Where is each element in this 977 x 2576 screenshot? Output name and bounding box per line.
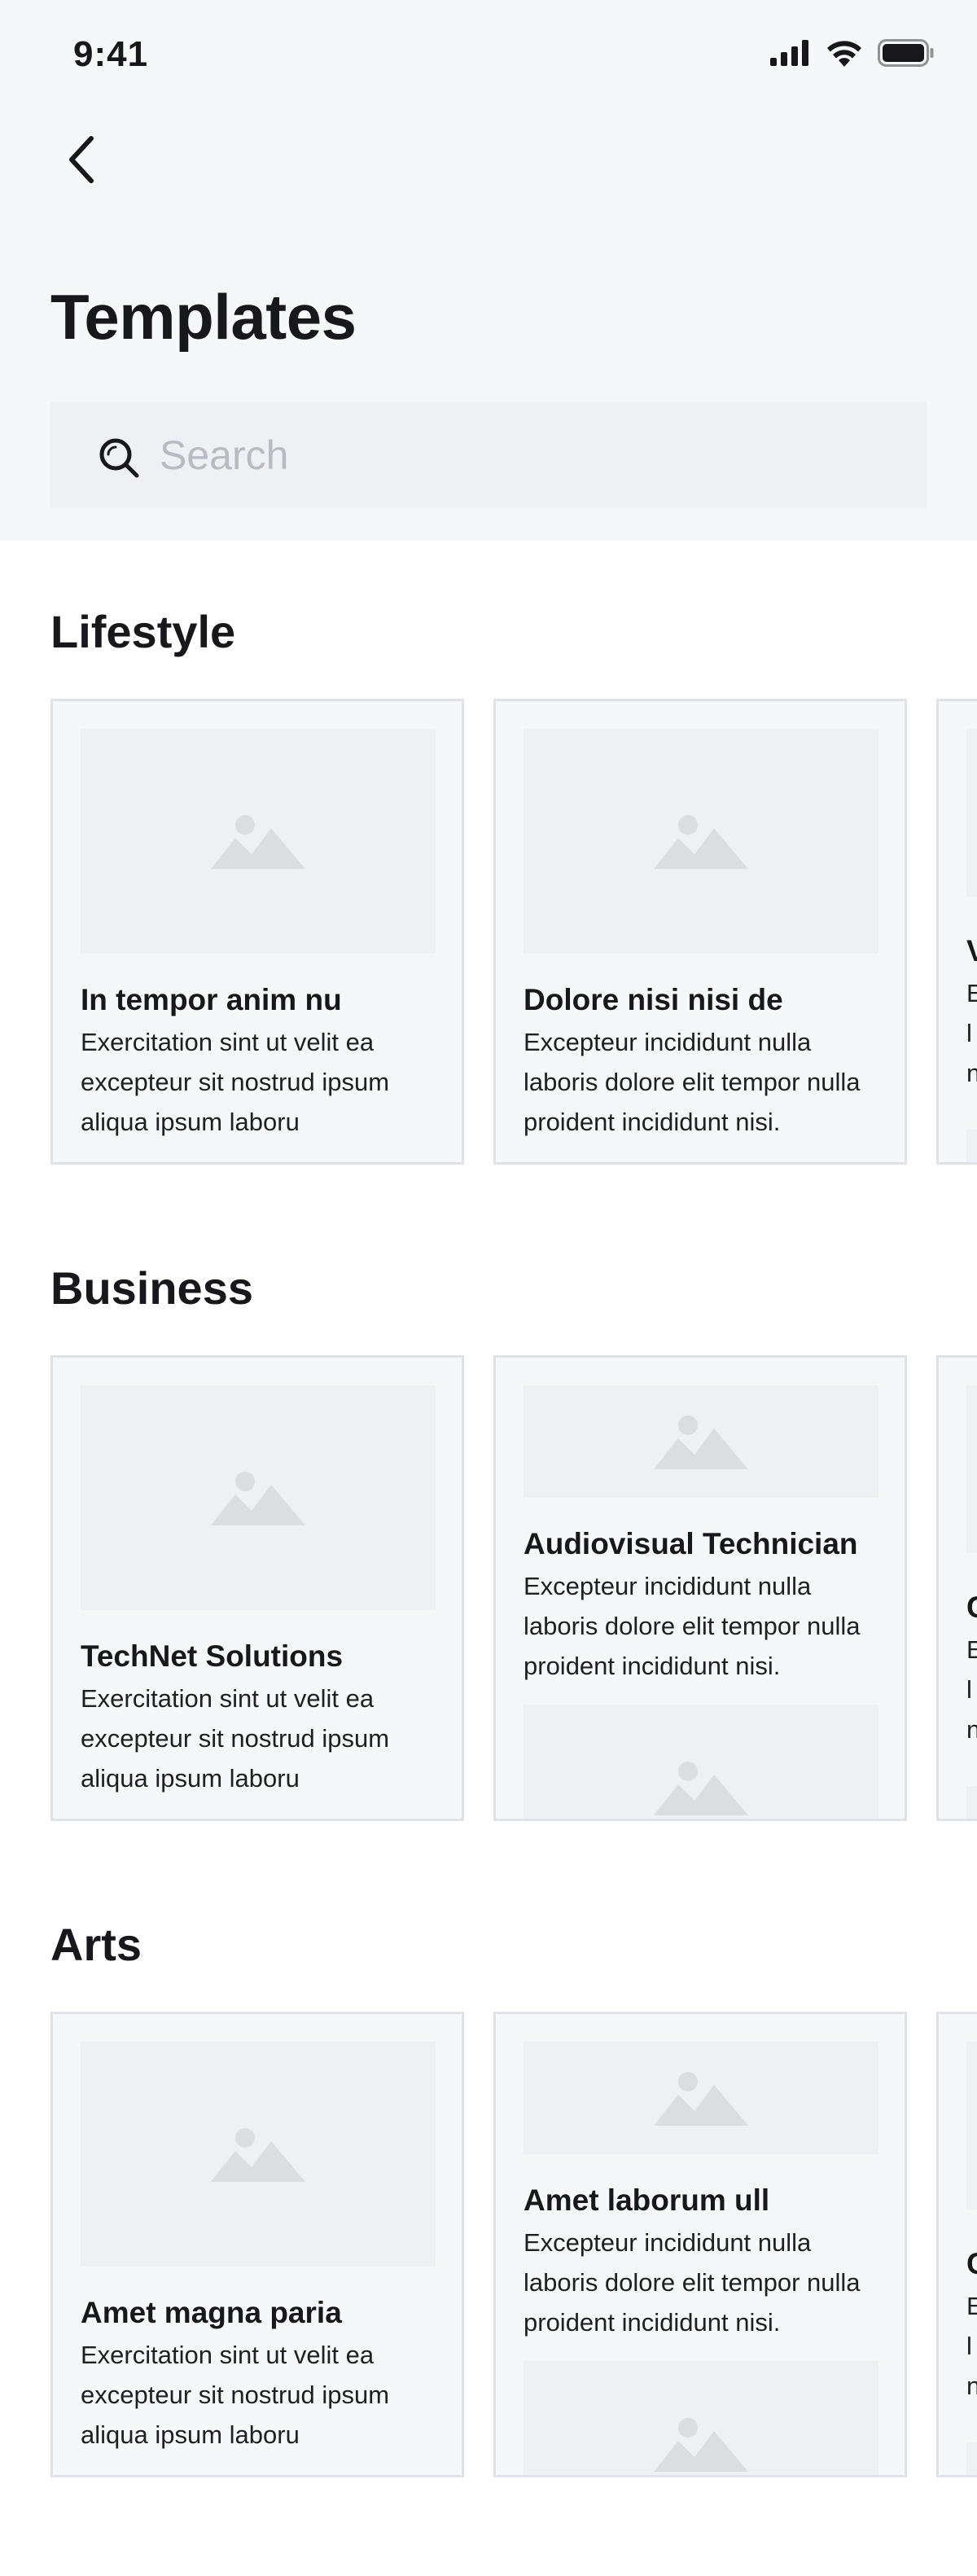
page-title: Templates (50, 281, 357, 353)
image-placeholder (966, 1786, 977, 1819)
section-lifestyle: Lifestyle In tempor anim nu Exercitation… (0, 606, 977, 1165)
image-icon (654, 2418, 748, 2472)
template-card[interactable]: Amet magna paria Exercitation sint ut ve… (50, 2012, 464, 2477)
image-placeholder (81, 2042, 436, 2267)
card-description: Exercitation sint ut velit ea excepteur … (81, 1028, 390, 1136)
template-card[interactable]: V E l n (936, 699, 977, 1165)
cellular-signal-icon (770, 40, 808, 66)
template-card[interactable]: Amet laborum ull Excepteur incididunt nu… (493, 2012, 907, 2477)
image-icon (211, 1472, 305, 1525)
template-card[interactable]: C E l n (936, 2012, 977, 2477)
card-title: V (966, 933, 977, 970)
image-icon (654, 1762, 748, 1815)
section-arts: Arts Amet magna paria Exercitation sint … (0, 1919, 977, 2477)
card-description: Excepteur incididunt nulla laboris dolor… (524, 1572, 861, 1680)
section-title: Business (50, 1262, 253, 1314)
search-input[interactable] (160, 422, 892, 489)
card-title: Dolore nisi nisi de (524, 983, 783, 1016)
image-placeholder (524, 2042, 878, 2154)
template-card[interactable]: Audiovisual Technician Excepteur incidid… (493, 1355, 907, 1821)
image-icon (654, 2072, 748, 2126)
card-description: Excepteur incididunt nulla laboris dolor… (524, 2228, 861, 2337)
chevron-left-icon (69, 136, 94, 183)
image-icon (211, 815, 305, 869)
template-card[interactable]: C E l n (936, 1355, 977, 1821)
status-icons (770, 39, 935, 67)
header-area: 9:41 Templates (0, 0, 977, 541)
back-button[interactable] (52, 130, 111, 189)
card-description: E l n (966, 979, 977, 1087)
image-placeholder (524, 1385, 878, 1498)
image-icon (211, 2128, 305, 2182)
section-title: Lifestyle (50, 606, 236, 657)
image-placeholder (524, 1705, 878, 1819)
status-bar: 9:41 (0, 0, 977, 106)
card-title: Amet laborum ull (524, 2183, 770, 2217)
card-description: Exercitation sint ut velit ea excepteur … (81, 2341, 390, 2449)
section-title: Arts (50, 1919, 142, 1970)
card-title: TechNet Solutions (81, 1639, 344, 1673)
template-card[interactable]: Dolore nisi nisi de Excepteur incididunt… (493, 699, 907, 1165)
card-title: In tempor anim nu (81, 983, 342, 1016)
image-placeholder (524, 729, 878, 954)
image-icon (654, 1415, 748, 1469)
image-placeholder (966, 2442, 977, 2475)
image-placeholder (524, 2361, 878, 2475)
image-placeholder (81, 729, 436, 954)
wifi-icon (827, 41, 861, 67)
card-title: Amet magna paria (81, 2296, 342, 2329)
card-description: Excepteur incididunt nulla laboris dolor… (524, 1028, 861, 1136)
card-carousel[interactable]: In tempor anim nu Exercitation sint ut v… (50, 699, 977, 1165)
card-title: C (966, 2245, 977, 2283)
image-icon (654, 815, 748, 869)
card-description: E l n (966, 1635, 977, 1744)
card-carousel[interactable]: Amet magna paria Exercitation sint ut ve… (50, 2012, 977, 2477)
template-card[interactable]: TechNet Solutions Exercitation sint ut v… (50, 1355, 464, 1821)
card-title: C (966, 1589, 977, 1626)
section-business: Business TechNet Solutions Exercitation … (0, 1262, 977, 1821)
image-placeholder (81, 1385, 436, 1610)
card-title: Audiovisual Technician (524, 1527, 858, 1560)
card-description: Exercitation sint ut velit ea excepteur … (81, 1684, 390, 1793)
card-carousel[interactable]: TechNet Solutions Exercitation sint ut v… (50, 1355, 977, 1821)
battery-icon (878, 39, 934, 67)
image-placeholder (966, 2042, 977, 2210)
template-card[interactable]: In tempor anim nu Exercitation sint ut v… (50, 699, 464, 1165)
card-description: E l n (966, 2292, 977, 2400)
search-bar[interactable] (50, 402, 927, 508)
status-time: 9:41 (73, 34, 149, 74)
image-placeholder (966, 1130, 977, 1162)
image-placeholder (966, 729, 977, 897)
search-icon (99, 438, 139, 478)
image-placeholder (966, 1385, 977, 1553)
